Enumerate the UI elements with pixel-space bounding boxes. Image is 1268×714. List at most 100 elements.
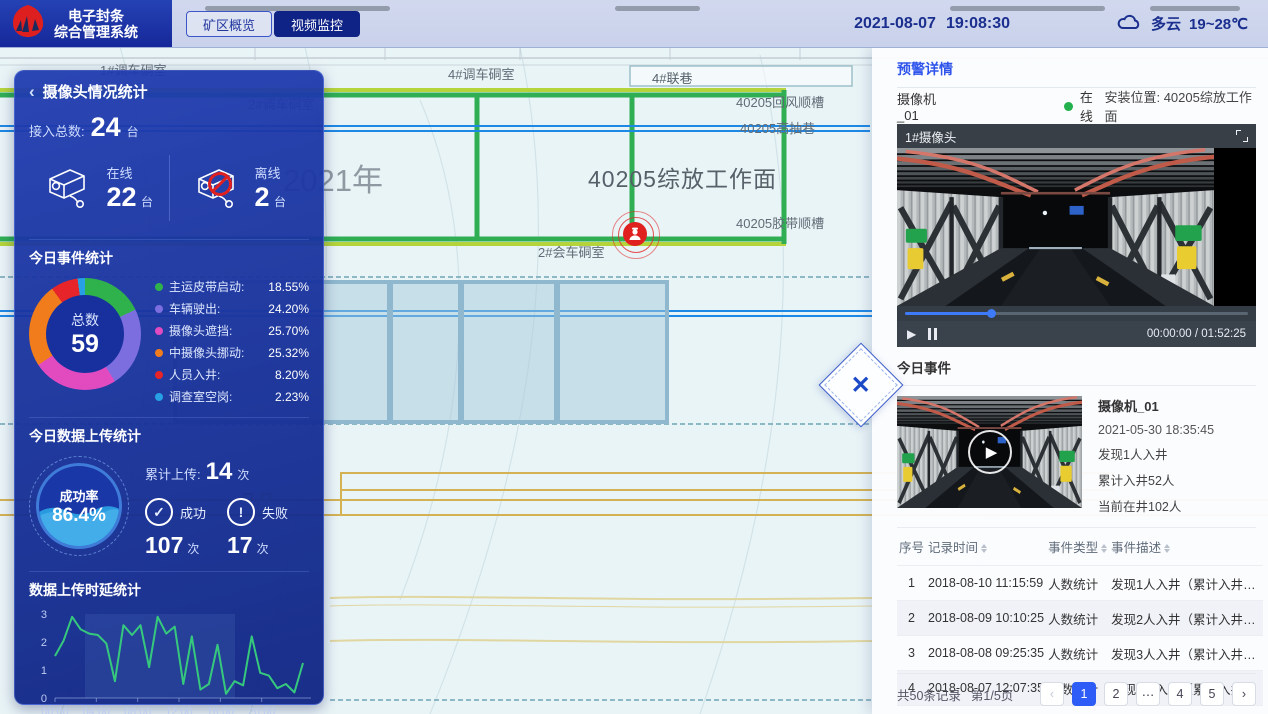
legend-label: 摄像头遮挡: [169,322,232,339]
page-button[interactable]: 1 [1072,682,1096,706]
column-header[interactable]: 序号 [897,528,926,566]
alert-marker[interactable] [612,211,662,261]
next-page-button[interactable]: › [1232,682,1256,706]
sort-icon[interactable] [981,544,987,553]
legend-dot [155,393,163,401]
app-title-line1: 电子封条 [54,8,138,24]
sort-icon[interactable] [1101,544,1107,553]
nav-label: 视频监控 [291,15,343,34]
total-label: 接入总数: [29,121,85,140]
upload-heading: 今日数据上传统计 [29,417,309,446]
nav-label: 矿区概览 [203,15,255,34]
top-header: 电子封条 综合管理系统 矿区概览 视频监控 2021-08-07 19:08:3… [0,0,1268,48]
camera-panel-title: 摄像头情况统计 [43,81,148,102]
pagination-bar: 共50条记录 第1/5页 ‹12⋯45› [897,673,1256,706]
event-thumbnail[interactable]: ▶ [897,396,1082,508]
logo-block: 电子封条 综合管理系统 [0,0,172,47]
weather-temperature: 19~28℃ [1189,15,1248,33]
page-button[interactable]: ⋯ [1136,682,1160,706]
legend-label: 调查室空岗: [169,388,232,405]
table-cell: 2018-08-10 11:15:59 [926,566,1046,601]
header-datetime: 2021-08-07 19:08:30 [854,0,1010,47]
sort-icon[interactable] [1164,544,1170,553]
cumulative-label: 累计上传: [145,464,201,483]
table-cell: 2018-08-06 05:22:30 [926,706,1046,714]
time-text: 19:08:30 [946,15,1010,33]
success-check-icon: ✓ [145,498,173,526]
miner-icon [623,222,647,246]
donut-center-value: 59 [71,330,99,359]
app-root: 1#调车硐室2#调车硐室4#调车硐室4#联巷40205回风顺槽40205高抽巷2… [0,0,1268,714]
table-cell: 发现2人入井（累计入井52人... [1109,601,1263,636]
cumulative-unit: 次 [237,466,249,483]
legend-item[interactable]: 主运皮带启动:18.55% [155,278,309,295]
rate-value: 86.4% [52,505,106,527]
legend-item[interactable]: 摄像头遮挡:25.70% [155,322,309,339]
map-label: 40205高抽巷 [740,118,815,137]
legend-value: 8.20% [275,368,309,382]
video-player[interactable]: 1#摄像头 ▶ 00:00:00 / 01:52:25 [897,124,1256,347]
legend-item[interactable]: 调查室空岗:2.23% [155,388,309,405]
table-row[interactable]: 22018-08-09 10:10:25人数统计发现2人入井（累计入井52人..… [897,601,1263,636]
svg-text:08:00: 08:00 [124,706,152,714]
column-header[interactable]: 事件类型 [1046,528,1109,566]
svg-text:2: 2 [41,637,47,649]
header-weather: 多云 19~28℃ [1117,0,1248,47]
delay-line-chart[interactable]: 012300:0004:0008:0012:0016:0020:00 [29,606,311,714]
today-event-card[interactable]: ▶ 摄像机_01 2021-05-30 18:35:45 发现1人入井 累计入井… [897,386,1256,528]
table-cell: 人数统计 [1046,601,1109,636]
success-stat: ✓成功 107次 [145,498,227,559]
offline-label: 离线 [255,163,287,182]
svg-text:16:00: 16:00 [207,706,235,714]
video-progress-bar[interactable] [905,312,1248,315]
events-donut-chart[interactable]: 总数 59 [29,278,141,390]
weather-condition: 多云 [1151,13,1181,34]
online-camera-card: 在线 22 台 [29,149,169,227]
table-row[interactable]: 12018-08-10 11:15:59人数统计发现1人入井（累计入井52人..… [897,566,1263,601]
table-cell: 2018-08-09 10:10:25 [926,601,1046,636]
delay-heading: 数据上传时延统计 [29,571,309,600]
event-camera-name: 摄像机_01 [1098,396,1214,415]
cloud-icon [1117,13,1143,35]
video-frame[interactable] [897,148,1256,306]
table-row[interactable]: 32018-08-08 09:25:35人数统计发现3人入井（累计入井52人..… [897,636,1263,671]
column-header[interactable]: 记录时间 [926,528,1046,566]
legend-label: 中摄像头挪动: [169,344,244,361]
header-decoration-bar [615,6,700,11]
legend-item[interactable]: 人员入井: 8.20% [155,366,309,383]
prev-page-button[interactable]: ‹ [1040,682,1064,706]
offline-camera-card: 离线 2 台 [170,149,310,227]
table-cell: 5 [897,706,926,714]
location-label: 安装位置: [1104,90,1160,105]
legend-item[interactable]: 中摄像头挪动:25.32% [155,344,309,361]
events-heading: 今日事件统计 [29,239,309,268]
page-button[interactable]: 2 [1104,682,1128,706]
back-icon[interactable]: ‹ [29,82,35,102]
table-cell: 人数统计 [1046,566,1109,601]
nav-mine-overview-button[interactable]: 矿区概览 [186,11,272,37]
cumulative-value: 14 [206,458,233,486]
nav-video-monitor-button[interactable]: 视频监控 [274,11,360,37]
fullscreen-icon[interactable] [1236,130,1248,142]
page-button[interactable]: 4 [1168,682,1192,706]
legend-label: 人员入井: [169,366,220,383]
page-button[interactable]: 5 [1200,682,1224,706]
camera-offline-icon [193,163,245,214]
offline-unit: 台 [274,195,286,209]
legend-dot [155,371,163,379]
event-line: 累计入井52人 [1098,470,1214,489]
events-table-header: 序号记录时间事件类型事件描述 [897,528,1263,566]
play-button[interactable]: ▶ [907,327,916,341]
table-row[interactable]: 52018-08-06 05:22:30人数统计发现5人入井（累计入井52人..… [897,706,1263,714]
success-unit: 次 [187,540,199,557]
camera-online-icon [44,163,96,214]
map-label: 40205综放工作面 [588,160,777,194]
svg-text:3: 3 [41,609,47,621]
legend-item[interactable]: 车辆驶出:24.20% [155,300,309,317]
video-progress-knob[interactable] [987,309,996,318]
column-header[interactable]: 事件描述 [1109,528,1263,566]
pause-button[interactable] [928,328,937,340]
thumbnail-play-icon[interactable]: ▶ [968,430,1012,474]
online-status-dot [1064,102,1073,111]
online-unit: 台 [141,195,153,209]
